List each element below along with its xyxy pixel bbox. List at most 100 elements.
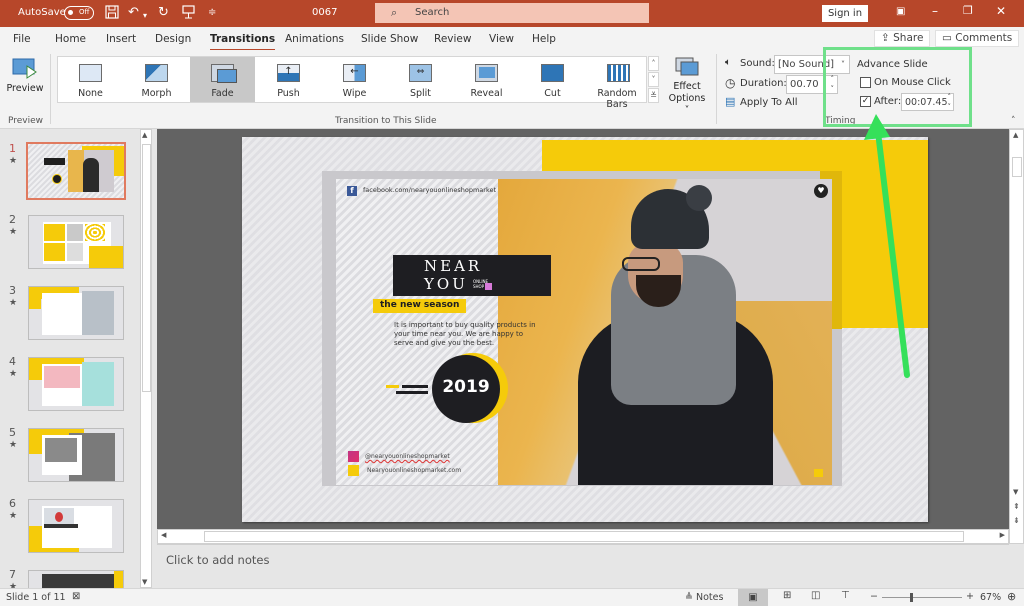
slide-thumbnail-7[interactable]	[28, 570, 124, 588]
notes-label: Notes	[695, 592, 724, 603]
transition-none[interactable]: None	[58, 57, 123, 102]
next-slide-icon[interactable]: ⇟	[1013, 516, 1020, 525]
gallery-scroll-down[interactable]: ˅	[648, 72, 659, 87]
slide-thumbnail-4[interactable]	[28, 357, 124, 411]
preview-button[interactable]: Preview	[4, 56, 46, 106]
redo-icon[interactable]: ↻	[158, 5, 169, 21]
tab-animations[interactable]: Animations	[285, 33, 344, 45]
transition-split[interactable]: ⇔ Split	[388, 57, 453, 102]
editor-horizontal-scrollbar[interactable]: ◀ ▶	[157, 529, 1009, 544]
transition-reveal[interactable]: Reveal	[454, 57, 519, 102]
tab-slide-show[interactable]: Slide Show	[361, 33, 418, 45]
tab-file[interactable]: File	[13, 33, 31, 45]
save-icon[interactable]	[105, 5, 119, 24]
fade-icon-front	[217, 69, 237, 83]
tab-insert[interactable]: Insert	[106, 33, 136, 45]
scrollbar-thumb[interactable]	[204, 531, 964, 542]
scroll-right-icon[interactable]: ▶	[1000, 531, 1005, 539]
zoom-level[interactable]: 67%	[980, 592, 1001, 603]
scroll-down-icon[interactable]: ▼	[142, 578, 147, 586]
search-input[interactable]: ⌕ Search	[375, 3, 649, 23]
ribbon-display-options-icon[interactable]: ▣	[896, 6, 905, 17]
slide-thumbnail-5[interactable]	[28, 428, 124, 482]
scroll-left-icon[interactable]: ◀	[161, 531, 166, 539]
slide-canvas[interactable]: ♥ f facebook.com/nearyouonlineshopmarket…	[242, 137, 928, 522]
transition-wipe[interactable]: ← Wipe	[322, 57, 387, 102]
zoom-slider-track[interactable]	[882, 593, 962, 602]
tab-design[interactable]: Design	[155, 33, 191, 45]
scroll-down-icon[interactable]: ▼	[1013, 488, 1018, 496]
annotation-arrow-shaft	[875, 129, 910, 378]
photo-pompom	[686, 185, 712, 211]
autosave-toggle[interactable]: Off	[64, 6, 94, 20]
notes-pane[interactable]: Click to add notes	[157, 544, 1009, 588]
previous-slide-icon[interactable]: ⇞	[1013, 502, 1020, 511]
fit-to-window-icon[interactable]: ⊕	[1007, 590, 1016, 603]
comments-button[interactable]: ▭ Comments	[935, 30, 1020, 47]
sign-in-button[interactable]: Sign in	[822, 5, 868, 22]
collapse-ribbon-icon[interactable]: ˄	[1011, 116, 1016, 126]
scrollbar-thumb[interactable]	[142, 144, 151, 392]
editor-vertical-scrollbar[interactable]: ▲ ▼ ⇞ ⇟	[1009, 129, 1024, 544]
tab-transitions[interactable]: Transitions	[210, 33, 276, 51]
tab-help[interactable]: Help	[532, 33, 556, 45]
clock-icon: ◷	[725, 76, 736, 90]
present-icon[interactable]	[182, 5, 195, 24]
minimize-icon[interactable]: –	[932, 4, 938, 18]
hero-photo: ♥	[498, 179, 832, 485]
thumbnail-scrollbar[interactable]: ▲ ▼	[140, 129, 152, 588]
notes-placeholder[interactable]: Click to add notes	[166, 553, 269, 567]
notes-button[interactable]: ≜ Notes	[685, 592, 723, 603]
brand-box: NEAR YOU ONLINE SHOP	[393, 255, 551, 296]
slide-thumbnail-1[interactable]	[26, 142, 126, 200]
transition-fade[interactable]: Fade	[190, 57, 255, 102]
effect-options-button[interactable]: Effect Options ˅	[666, 56, 708, 116]
scrollbar-thumb[interactable]	[1012, 157, 1022, 177]
zoom-out-button[interactable]: −	[870, 591, 878, 602]
effect-options-label-2: Options ˅	[668, 93, 706, 116]
slide-thumbnail-2[interactable]	[28, 215, 124, 269]
slide-thumbnail-6[interactable]	[28, 499, 124, 553]
accessibility-icon[interactable]: ⊠	[72, 591, 80, 602]
thumb-number: 5	[9, 426, 16, 439]
tab-home[interactable]: Home	[55, 33, 86, 45]
restore-icon[interactable]: ❐	[963, 4, 973, 17]
transition-gallery: None Morph Fade ↑ Push ← Wipe ⇔ Split Revea…	[57, 56, 648, 110]
decor-line	[396, 391, 428, 394]
thumb-title-bar	[44, 524, 78, 528]
sound-icon: 🔈︎	[725, 57, 731, 68]
zoom-in-button[interactable]: +	[966, 591, 974, 602]
reading-view-button[interactable]: ◫	[811, 590, 820, 601]
transition-morph[interactable]: Morph	[124, 57, 189, 102]
transition-push[interactable]: ↑ Push	[256, 57, 321, 102]
undo-dropdown-icon[interactable]: ▾	[143, 8, 147, 24]
scroll-up-icon[interactable]: ▲	[1013, 131, 1018, 139]
slide-thumbnail-pane: 1 ★ 2 ★ 3 ★ 4 ★ 5 ★ 6 ★ 7 ★ ▲ ▼	[0, 129, 155, 592]
transition-random-bars[interactable]: Random Bars	[586, 57, 648, 110]
facebook-icon: f	[347, 186, 357, 196]
tab-review[interactable]: Review	[434, 33, 471, 45]
customize-icon[interactable]: ≑	[208, 5, 216, 21]
slide-show-button[interactable]: ⊤	[841, 590, 850, 601]
normal-view-button[interactable]: ▣	[738, 589, 768, 606]
slide-sorter-button[interactable]: ⊞	[783, 590, 791, 601]
share-icon: ⇪	[881, 32, 894, 44]
transition-cut[interactable]: Cut	[520, 57, 585, 102]
apply-to-all-button[interactable]: Apply To All	[740, 97, 798, 108]
close-icon[interactable]: ✕	[996, 4, 1006, 18]
thumb-photo	[42, 574, 114, 588]
gallery-more[interactable]: ≚	[648, 88, 659, 103]
tab-view[interactable]: View	[489, 33, 514, 45]
facebook-text: facebook.com/nearyouonlineshopmarket	[363, 186, 497, 194]
share-button[interactable]: ⇪ Share	[874, 30, 931, 47]
website-icon	[348, 465, 359, 476]
gallery-scroll-up[interactable]: ˄	[648, 56, 659, 71]
none-transition-icon	[79, 64, 102, 82]
zoom-slider-handle[interactable]	[910, 593, 913, 602]
thumb-photo	[44, 224, 65, 241]
scroll-up-icon[interactable]: ▲	[142, 131, 147, 139]
undo-icon[interactable]: ↶	[128, 5, 139, 21]
annotation-arrow-head	[864, 114, 890, 140]
transition-star-icon: ★	[9, 369, 18, 379]
slide-thumbnail-3[interactable]	[28, 286, 124, 340]
